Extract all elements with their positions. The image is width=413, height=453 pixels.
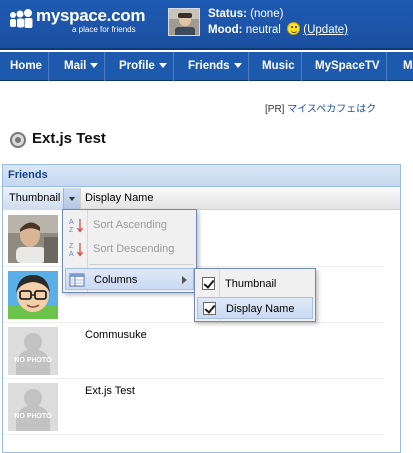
logo-tagline: a place for friends bbox=[72, 25, 136, 34]
panel-title: Friends bbox=[8, 169, 48, 181]
svg-text:Z: Z bbox=[69, 243, 74, 250]
nav-myspacetv[interactable]: MySpaceTV bbox=[309, 52, 387, 81]
svg-text:Z: Z bbox=[69, 227, 74, 233]
no-photo-placeholder[interactable]: NO PHOTO bbox=[8, 383, 58, 431]
menu-columns[interactable]: Columns bbox=[65, 268, 194, 290]
nav-mail[interactable]: Mail bbox=[58, 52, 106, 81]
avatar-image bbox=[169, 9, 199, 35]
submenu-arrow-icon bbox=[182, 276, 187, 284]
menu-label: Sort Descending bbox=[93, 243, 175, 255]
status-value: (none) bbox=[250, 8, 284, 20]
grid-scroll-area bbox=[383, 210, 400, 452]
column-toggle-thumbnail[interactable]: Thumbnail bbox=[197, 273, 313, 295]
friend-name: Ext.js Test bbox=[85, 385, 135, 397]
menu-label: Sort Ascending bbox=[93, 219, 167, 231]
grid-column-header: Thumbnail Display Name bbox=[3, 188, 400, 210]
status-mood-block: Status: (none) Mood: neutral (Update) bbox=[208, 7, 348, 38]
columns-submenu: Thumbnail Display Name bbox=[194, 268, 316, 322]
pr-prefix: [PR] bbox=[265, 104, 285, 115]
myspace-header: myspace.com a place for friends Status: … bbox=[0, 0, 413, 50]
chevron-down-icon bbox=[90, 63, 99, 68]
mood-label: Mood: bbox=[208, 24, 243, 36]
status-label: Status: bbox=[208, 8, 247, 20]
nav-friends[interactable]: Friends bbox=[182, 52, 249, 81]
menu-separator bbox=[89, 264, 193, 265]
nav-profile[interactable]: Profile bbox=[113, 52, 174, 81]
update-link[interactable]: (Update) bbox=[303, 24, 348, 36]
user-avatar[interactable] bbox=[168, 8, 200, 36]
table-row[interactable]: NO PHOTO Commusuke bbox=[3, 323, 383, 379]
nav-label: Home bbox=[10, 60, 42, 72]
logo-text: myspace.com bbox=[36, 6, 146, 25]
column-context-menu: A Z Sort Ascending Z A Sort Descending C… bbox=[62, 209, 197, 293]
nav-label: MySpaceTV bbox=[315, 60, 380, 72]
friend-photo bbox=[8, 215, 58, 263]
no-photo-label: NO PHOTO bbox=[14, 413, 52, 420]
chevron-down-icon bbox=[158, 63, 167, 68]
menu-label: Display Name bbox=[226, 303, 295, 315]
sort-ascending-icon: A Z bbox=[69, 219, 83, 233]
columns-icon bbox=[69, 273, 85, 287]
no-photo-label: NO PHOTO bbox=[14, 357, 52, 364]
column-header-thumbnail[interactable]: Thumbnail bbox=[3, 188, 81, 210]
myspace-page: myspace.com a place for friends Status: … bbox=[0, 0, 413, 453]
no-photo-placeholder[interactable]: NO PHOTO bbox=[8, 327, 58, 375]
pr-ad-link[interactable]: マイスペカフェはク bbox=[287, 104, 376, 115]
chevron-down-icon bbox=[233, 63, 242, 68]
checkbox-checked-icon[interactable] bbox=[202, 277, 215, 290]
menu-label: Thumbnail bbox=[225, 278, 277, 290]
gear-icon bbox=[10, 132, 26, 148]
nav-label: M bbox=[403, 60, 413, 72]
nav-label: Music bbox=[262, 60, 295, 72]
nav-label: Friends bbox=[188, 60, 230, 72]
column-menu-trigger[interactable] bbox=[63, 188, 80, 209]
myspace-people-icon bbox=[10, 9, 33, 28]
friend-name: Commusuke bbox=[85, 329, 147, 341]
column-label: Thumbnail bbox=[9, 192, 61, 204]
pr-ad-text: [PR] マイスペカフェはク bbox=[265, 100, 376, 115]
panel-header: Friends bbox=[3, 165, 400, 187]
menu-sort-descending[interactable]: Z A Sort Descending bbox=[65, 238, 194, 260]
svg-text:A: A bbox=[69, 219, 74, 226]
mood-value: neutral bbox=[245, 24, 281, 36]
svg-text:A: A bbox=[69, 251, 74, 257]
main-nav: Home Mail Profile Friends Music MySpaceT… bbox=[0, 52, 413, 81]
menu-sort-ascending[interactable]: A Z Sort Ascending bbox=[65, 214, 194, 236]
menu-label: Columns bbox=[94, 274, 138, 286]
sort-descending-icon: Z A bbox=[69, 243, 83, 257]
nav-home[interactable]: Home bbox=[4, 52, 49, 81]
nav-music[interactable]: Music bbox=[256, 52, 302, 81]
friend-thumbnail[interactable] bbox=[8, 215, 58, 263]
column-header-display-name[interactable]: Display Name bbox=[85, 192, 153, 204]
nav-label: Mail bbox=[64, 60, 87, 72]
checkbox-checked-icon[interactable] bbox=[203, 302, 216, 315]
nav-more[interactable]: M bbox=[397, 52, 413, 81]
column-toggle-display-name[interactable]: Display Name bbox=[197, 297, 313, 319]
friend-cartoon-avatar bbox=[8, 271, 58, 319]
app-title: Ext.js Test bbox=[32, 130, 106, 147]
nav-label: Profile bbox=[119, 60, 155, 72]
friend-thumbnail[interactable] bbox=[8, 271, 58, 319]
smiley-icon bbox=[287, 22, 301, 35]
table-row[interactable]: NO PHOTO Ext.js Test bbox=[3, 379, 383, 435]
